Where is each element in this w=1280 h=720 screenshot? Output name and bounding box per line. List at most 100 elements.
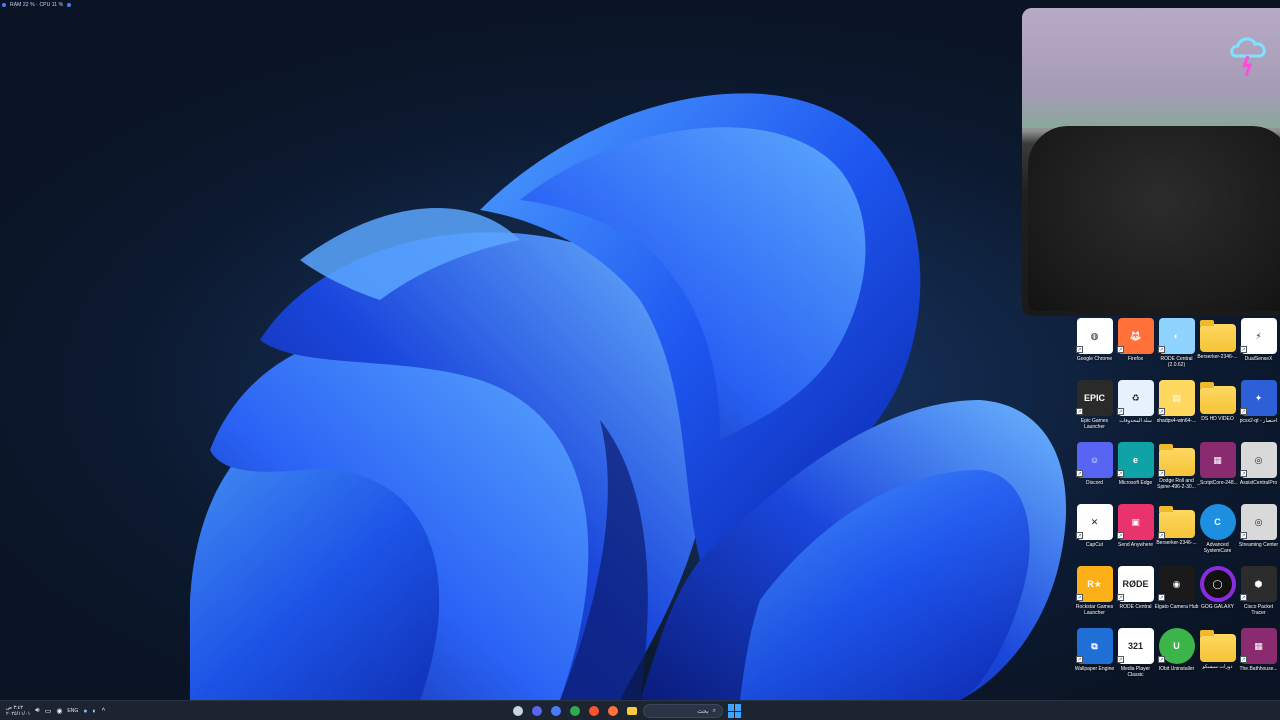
desktop-icon[interactable]: DS HD VIDEO bbox=[1197, 380, 1238, 442]
desktop-icon-label: سلة المحذوفات bbox=[1119, 418, 1152, 424]
chrome-taskbar-icon[interactable] bbox=[567, 703, 583, 719]
taskbar-clock[interactable]: ٣:٤٣ ص ٢٠٢٥/١١/٠١ bbox=[6, 705, 30, 717]
desktop-icon[interactable]: U ↗ IObit Uninstaller bbox=[1156, 628, 1197, 690]
shortcut-arrow-icon: ↗ bbox=[1076, 470, 1083, 477]
desktop-icon[interactable]: ⬢ ↗ Cisco Packet Tracer bbox=[1238, 566, 1279, 628]
discord-taskbar-icon[interactable] bbox=[529, 703, 545, 719]
desktop-icon[interactable]: 321 ↗ Media Player Classic bbox=[1115, 628, 1156, 690]
webcam-chair bbox=[1028, 126, 1280, 311]
search-placeholder: بحث bbox=[697, 708, 709, 715]
desktop-icon[interactable]: ☺ ↗ Discord bbox=[1074, 442, 1115, 504]
copilot-icon[interactable] bbox=[510, 703, 526, 719]
desktop-icon[interactable]: ◯ GOG GALAXY bbox=[1197, 566, 1238, 628]
shortcut-arrow-icon: ↗ bbox=[1117, 346, 1124, 353]
shortcut-arrow-icon: ↗ bbox=[1158, 470, 1165, 477]
desktop-icon[interactable]: ↗ Berserker-2346-... bbox=[1156, 504, 1197, 566]
desktop-icon[interactable]: RØDE ↗ RODE Central bbox=[1115, 566, 1156, 628]
performance-overlay: RAM 22 % · CPU 11 % bbox=[2, 2, 72, 8]
desktop-icon-label: The.Bathhouse... bbox=[1239, 666, 1278, 672]
folder-icon bbox=[1199, 382, 1236, 414]
shortcut-arrow-icon: ↗ bbox=[1117, 656, 1124, 663]
desktop-icon-label: Media Player Classic bbox=[1120, 666, 1151, 678]
desktop-icon[interactable]: ♻ ↗ سلة المحذوفات bbox=[1115, 380, 1156, 442]
gog-galaxy-icon: ◯ bbox=[1199, 566, 1236, 602]
desktop-icon-label: Discord bbox=[1086, 480, 1103, 486]
volume-icon[interactable]: 🔊︎ bbox=[35, 707, 39, 715]
desktop-icon[interactable]: ◍ ↗ Google Chrome bbox=[1074, 318, 1115, 380]
desktop-icon-label: _ScriptCore-248... bbox=[1197, 480, 1238, 486]
desktop-icon-label: pcsx2-qt - اختصار bbox=[1239, 418, 1278, 424]
microphone-icon[interactable]: ● bbox=[83, 708, 87, 715]
desktop-icon[interactable]: EPIC ↗ Epic Games Launcher bbox=[1074, 380, 1115, 442]
desktop-icon-label: Cisco Packet Tracer bbox=[1243, 604, 1274, 616]
desktop-icon[interactable]: ▣ ↗ Send Anywhere bbox=[1115, 504, 1156, 566]
desktop-icon[interactable]: ◎ ↗ AssistCentralPro bbox=[1238, 442, 1279, 504]
firefox-taskbar-icon[interactable] bbox=[605, 703, 621, 719]
taskbar-apps: بحث ⌕ bbox=[510, 703, 742, 719]
desktop-icon[interactable]: ⚡ ↗ DualSenseX bbox=[1238, 318, 1279, 380]
desktop-icon[interactable]: ▦ _ScriptCore-248... bbox=[1197, 442, 1238, 504]
desktop-icon[interactable]: e ↗ Microsoft Edge bbox=[1115, 442, 1156, 504]
winrar-icon: ▦ bbox=[1199, 442, 1236, 478]
shortcut-arrow-icon: ↗ bbox=[1076, 656, 1083, 663]
media-app-icon[interactable] bbox=[548, 703, 564, 719]
desktop-icon[interactable]: 🦊︎ ↗ Firefox bbox=[1115, 318, 1156, 380]
speaker-icon[interactable]: ◐ bbox=[93, 708, 97, 715]
desktop-icon[interactable]: ▤ ↗ shadps4-win64-... bbox=[1156, 380, 1197, 442]
wifi-icon[interactable]: ◉ bbox=[56, 707, 62, 715]
folder-icon bbox=[1199, 630, 1236, 662]
desktop-icon[interactable]: Berserker-2346-... bbox=[1197, 318, 1238, 380]
desktop-icon[interactable]: ⧉ ↗ Wallpaper Engine bbox=[1074, 628, 1115, 690]
desktop-icon[interactable]: ↗ Dodge Roll and Spine-496-2-30... bbox=[1156, 442, 1197, 504]
desktop-icon-label: Firefox bbox=[1127, 356, 1144, 362]
system-tray: ٣:٤٣ ص ٢٠٢٥/١١/٠١ 🔊︎ ▭ ◉ ENG ● ◐ ^ bbox=[6, 703, 105, 719]
desktop-icon-label: IObit Uninstaller bbox=[1158, 666, 1195, 672]
desktop-icon-label: RODE Central (2.0.62) bbox=[1160, 356, 1193, 368]
shortcut-arrow-icon: ↗ bbox=[1117, 532, 1124, 539]
desktop-icon[interactable]: ◉ ↗ Elgato Camera Hub bbox=[1154, 566, 1199, 628]
desktop-icon-label: Dodge Roll and Spine-496-2-30... bbox=[1157, 478, 1196, 490]
desktop-icon[interactable]: ▦ ↗ The.Bathhouse... bbox=[1238, 628, 1279, 690]
shortcut-arrow-icon: ↗ bbox=[1117, 594, 1124, 601]
desktop-icon-grid: ◍ ↗ Google Chrome 🦊︎ ↗ Firefox ◐ ↗ RODE Central … bbox=[1074, 318, 1280, 698]
desktop-icon-label: Rockstar Games Launcher bbox=[1075, 604, 1114, 616]
desktop-icon-label: Google Chrome bbox=[1076, 356, 1113, 362]
desktop-icon[interactable]: R★ ↗ Rockstar Games Launcher bbox=[1074, 566, 1115, 628]
desktop-icon-label: Advanced SystemCare bbox=[1203, 542, 1232, 554]
desktop-icon-label: Epic Games Launcher bbox=[1080, 418, 1109, 430]
file-explorer-icon[interactable] bbox=[624, 703, 640, 719]
shortcut-arrow-icon: ↗ bbox=[1240, 346, 1247, 353]
desktop-icon-label: AssistCentralPro bbox=[1239, 480, 1278, 486]
desktop-icon[interactable]: ◐ ↗ RODE Central (2.0.62) bbox=[1156, 318, 1197, 380]
desktop-icon[interactable]: ✦ ↗ pcsx2-qt - اختصار bbox=[1238, 380, 1279, 442]
desktop-icon[interactable]: دورات سيسكو bbox=[1197, 628, 1238, 690]
shortcut-arrow-icon: ↗ bbox=[1158, 656, 1165, 663]
shortcut-arrow-icon: ↗ bbox=[1117, 470, 1124, 477]
language-indicator[interactable]: ENG bbox=[67, 708, 78, 714]
desktop-icon[interactable]: ✕ ↗ CapCut bbox=[1074, 504, 1115, 566]
shortcut-arrow-icon: ↗ bbox=[1158, 408, 1165, 415]
desktop-icon-label: RODE Central bbox=[1119, 604, 1152, 610]
shortcut-arrow-icon: ↗ bbox=[1240, 594, 1247, 601]
desktop-icon-label: GOG GALAXY bbox=[1200, 604, 1235, 610]
overlay-dot-icon bbox=[67, 3, 72, 7]
desktop-icon[interactable]: C Advanced SystemCare bbox=[1197, 504, 1238, 566]
shortcut-arrow-icon: ↗ bbox=[1158, 532, 1165, 539]
desktop-icon-label: Berserker-2346-... bbox=[1197, 354, 1238, 360]
desktop-icon[interactable]: ◎ ↗ Streaming Center bbox=[1238, 504, 1279, 566]
shortcut-arrow-icon: ↗ bbox=[1240, 532, 1247, 539]
chevron-up-icon[interactable]: ^ bbox=[102, 708, 105, 715]
shortcut-arrow-icon: ↗ bbox=[1240, 470, 1247, 477]
windows-start-icon[interactable] bbox=[728, 704, 742, 718]
taskbar-search-box[interactable]: بحث ⌕ bbox=[643, 704, 723, 718]
desktop-icon-label: Elgato Camera Hub bbox=[1154, 604, 1199, 610]
shortcut-arrow-icon: ↗ bbox=[1076, 346, 1083, 353]
perf-text: RAM 22 % · CPU 11 % bbox=[10, 2, 64, 8]
desktop-icon-label: shadps4-win64-... bbox=[1156, 418, 1197, 424]
folder-icon bbox=[1199, 320, 1236, 352]
brave-icon[interactable] bbox=[586, 703, 602, 719]
shortcut-arrow-icon: ↗ bbox=[1076, 532, 1083, 539]
network-icon[interactable]: ▭ bbox=[45, 707, 52, 715]
webcam-overlay bbox=[1022, 8, 1280, 316]
neon-cloud-icon bbox=[1230, 37, 1266, 77]
